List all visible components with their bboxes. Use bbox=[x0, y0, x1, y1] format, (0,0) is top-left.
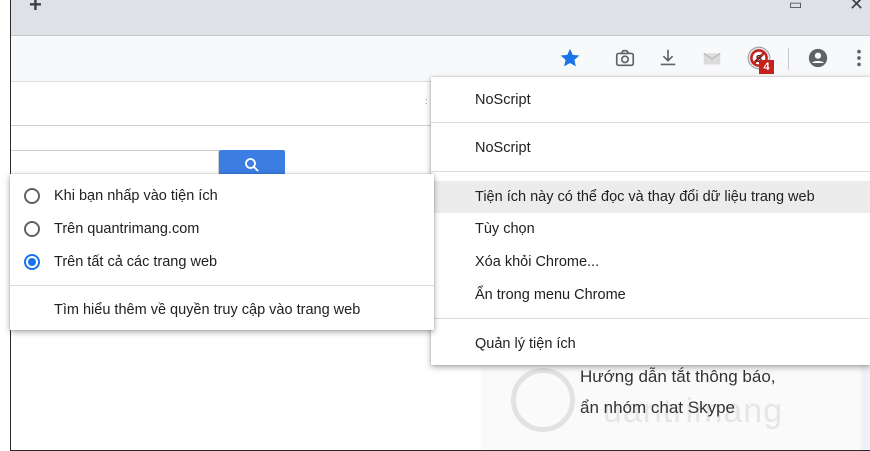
radio-button-selected[interactable] bbox=[24, 254, 40, 270]
noscript-icon[interactable]: S 4 bbox=[742, 44, 776, 74]
menu-divider bbox=[431, 318, 870, 319]
learn-more-link[interactable]: Tìm hiểu thêm về quyền truy cập vào tran… bbox=[10, 295, 434, 325]
camera-icon[interactable] bbox=[611, 44, 639, 72]
star-icon[interactable] bbox=[556, 44, 584, 72]
option-label: Trên quantrimang.com bbox=[54, 221, 200, 237]
noscript-badge: 4 bbox=[759, 60, 774, 74]
site-access-submenu: Khi bạn nhấp vào tiện ích Trên quantrima… bbox=[10, 174, 434, 330]
search-icon bbox=[245, 158, 259, 172]
toolbar-separator bbox=[788, 48, 789, 70]
account-icon[interactable] bbox=[804, 44, 832, 72]
menu-divider bbox=[431, 122, 870, 123]
title-bar: + ▭ ✕ bbox=[11, 0, 870, 36]
radio-button[interactable] bbox=[24, 221, 40, 237]
toolbar: S 4 bbox=[11, 36, 870, 82]
close-icon[interactable]: ✕ bbox=[849, 0, 864, 15]
menu-item-site-access[interactable]: Tiện ích này có thể đọc và thay đổi dữ l… bbox=[431, 181, 870, 213]
new-tab-icon[interactable]: + bbox=[29, 0, 42, 18]
option-label: Khi bạn nhấp vào tiện ích bbox=[54, 188, 218, 204]
menu-divider bbox=[10, 285, 434, 286]
option-label: Trên tất cả các trang web bbox=[54, 254, 218, 270]
watermark-logo bbox=[511, 368, 575, 432]
option-this-site[interactable]: Trên quantrimang.com bbox=[10, 214, 434, 244]
option-all-sites[interactable]: Trên tất cả các trang web bbox=[10, 247, 434, 277]
menu-item-manage-extensions[interactable]: Quản lý tiện ích bbox=[431, 327, 870, 361]
menu-item-noscript[interactable]: NoScript bbox=[431, 131, 870, 165]
divider bbox=[11, 125, 431, 126]
page-marker: : bbox=[425, 96, 428, 106]
option-on-click[interactable]: Khi bạn nhấp vào tiện ích bbox=[10, 181, 434, 211]
menu-item-remove[interactable]: Xóa khỏi Chrome... bbox=[431, 246, 870, 278]
menu-item-options[interactable]: Tùy chọn bbox=[431, 213, 870, 245]
restore-icon[interactable]: ▭ bbox=[789, 0, 802, 13]
menu-item-noscript-title[interactable]: NoScript bbox=[431, 83, 870, 117]
menu-divider bbox=[431, 171, 870, 172]
more-icon[interactable] bbox=[845, 44, 870, 72]
menu-item-hide[interactable]: Ẩn trong menu Chrome bbox=[431, 279, 870, 311]
article-title-line1[interactable]: Hướng dẫn tắt thông báo, bbox=[580, 367, 776, 387]
article-title-line2[interactable]: ẩn nhóm chat Skype bbox=[580, 398, 735, 418]
radio-button[interactable] bbox=[24, 188, 40, 204]
download-icon[interactable] bbox=[654, 44, 682, 72]
extension-context-menu: NoScript NoScript Tiện ích này có thể đọ… bbox=[431, 77, 870, 365]
mail-icon[interactable] bbox=[698, 44, 726, 72]
learn-more-label: Tìm hiểu thêm về quyền truy cập vào tran… bbox=[54, 302, 361, 318]
